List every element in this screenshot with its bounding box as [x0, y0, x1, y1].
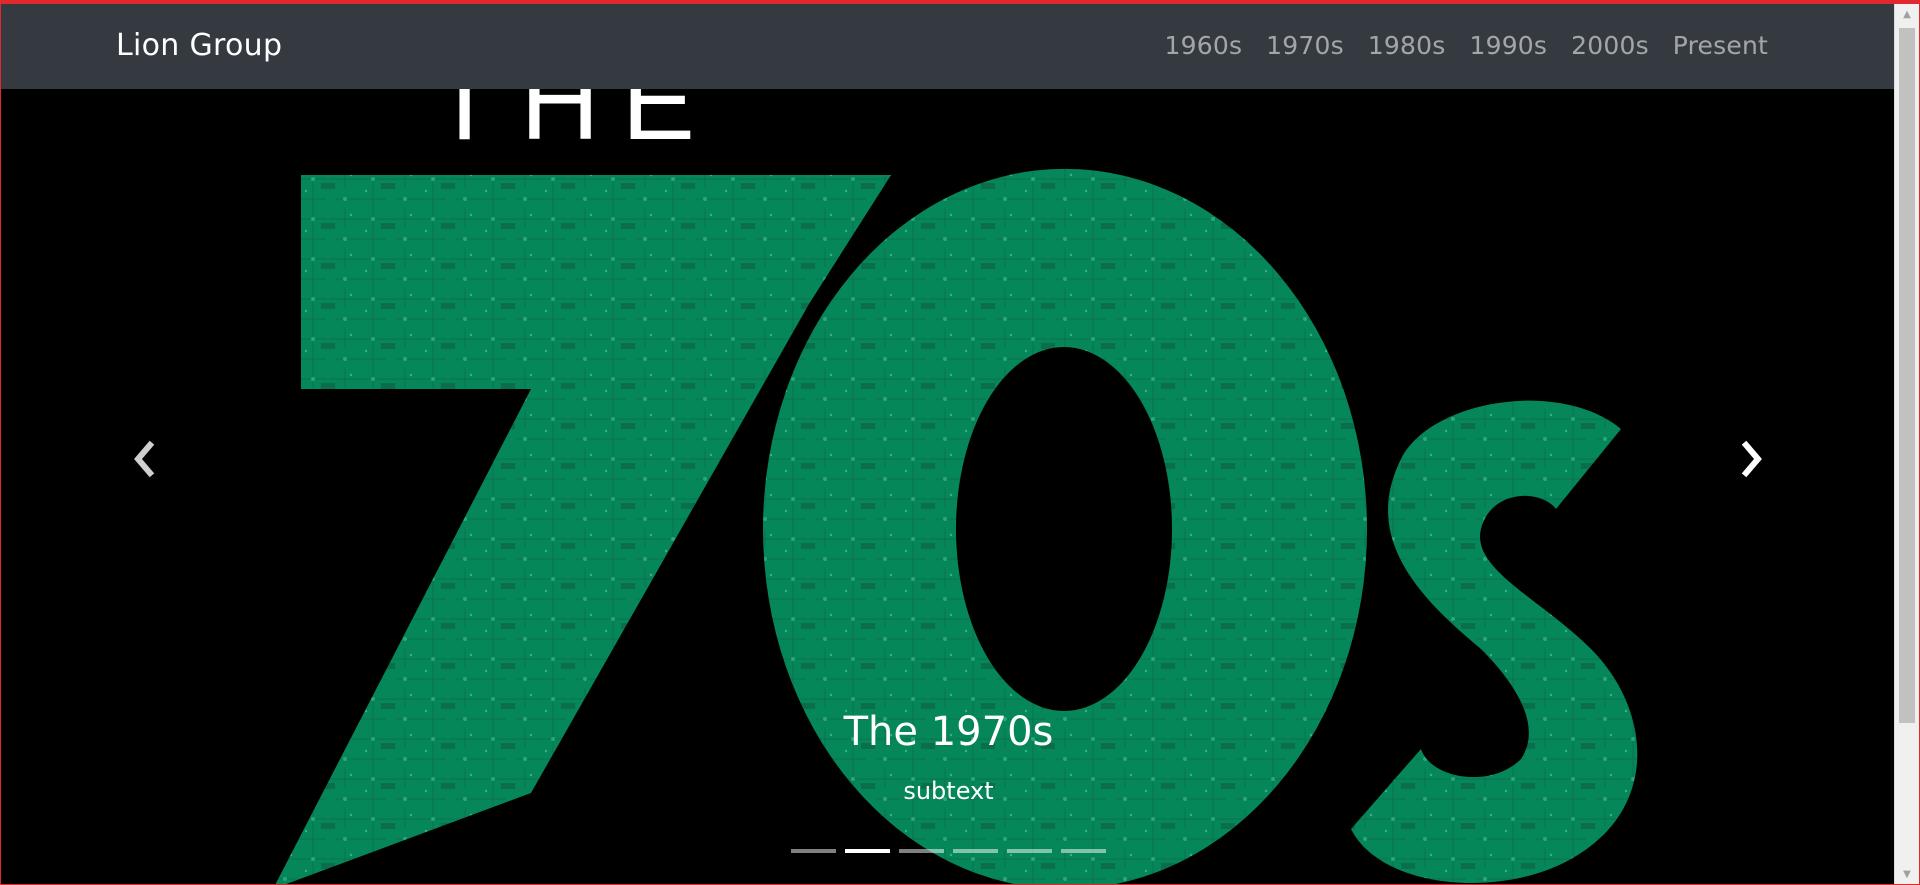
hero-image: THE — [275, 89, 1638, 884]
carousel-indicator-4[interactable] — [953, 849, 998, 853]
carousel-indicator-3[interactable] — [899, 849, 944, 853]
the-text: THE — [431, 89, 717, 163]
chevron-left-icon — [134, 440, 155, 478]
scroll-down-arrow-icon[interactable]: ▼ — [1895, 864, 1919, 884]
nav-link-2000s[interactable]: 2000s — [1559, 31, 1661, 60]
carousel-prev-button[interactable] — [113, 429, 173, 489]
carousel-caption-subtext: subtext — [903, 777, 994, 805]
letter-s-shape — [1351, 400, 1638, 883]
carousel-next-button[interactable] — [1723, 429, 1783, 489]
scrollbar-thumb[interactable] — [1899, 28, 1915, 723]
nav-link-1960s[interactable]: 1960s — [1153, 31, 1255, 60]
carousel-indicator-6[interactable] — [1061, 849, 1106, 853]
carousel-indicators — [791, 849, 1106, 853]
carousel-indicator-1[interactable] — [791, 849, 836, 853]
nav-link-1990s[interactable]: 1990s — [1457, 31, 1559, 60]
vertical-scrollbar[interactable]: ▲ ▼ — [1894, 4, 1919, 884]
carousel-indicator-2[interactable] — [845, 849, 890, 853]
top-navbar: Lion Group 1960s 1970s 1980s 1990s 2000s… — [1, 4, 1896, 89]
nav-link-1980s[interactable]: 1980s — [1356, 31, 1458, 60]
browser-viewport: Lion Group 1960s 1970s 1980s 1990s 2000s… — [0, 0, 1920, 885]
nav-link-present[interactable]: Present — [1661, 31, 1768, 60]
brand-link[interactable]: Lion Group — [116, 28, 282, 63]
carousel-caption-title: The 1970s — [843, 709, 1054, 755]
chevron-right-icon — [1741, 440, 1762, 478]
scroll-up-arrow-icon[interactable]: ▲ — [1895, 4, 1919, 24]
nav-links: 1960s 1970s 1980s 1990s 2000s Present — [1153, 31, 1768, 60]
carousel-indicator-5[interactable] — [1007, 849, 1052, 853]
nav-link-1970s[interactable]: 1970s — [1254, 31, 1356, 60]
hero-carousel: THE The 1970s subtext — [1, 89, 1896, 884]
seventies-graphic: THE — [275, 89, 1638, 884]
